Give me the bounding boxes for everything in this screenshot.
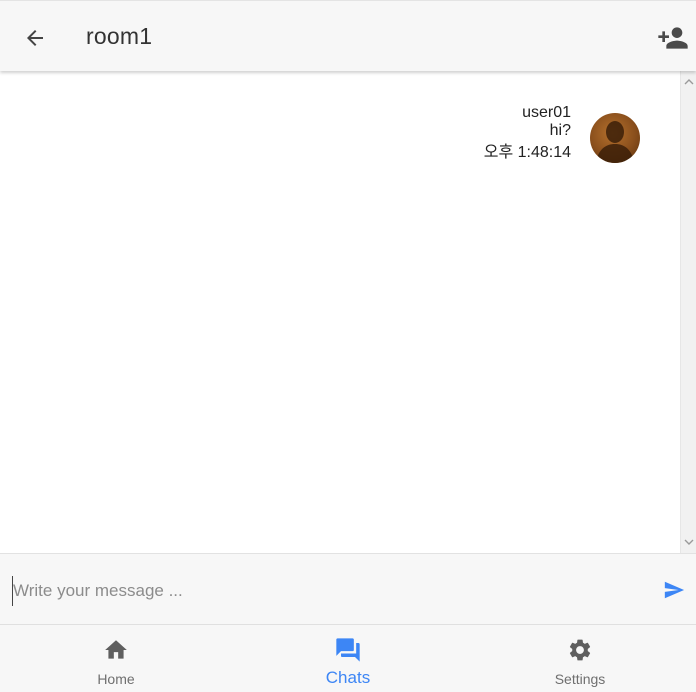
scroll-down-arrow[interactable] — [684, 537, 694, 547]
chat-room-screen: room1 user01 hi? 오후 1:48:14 Write your m… — [0, 0, 696, 692]
send-button[interactable] — [660, 576, 688, 604]
chat-icon — [334, 636, 362, 664]
home-icon — [102, 636, 130, 664]
arrow-back-icon — [27, 30, 43, 46]
chevron-down-icon — [684, 539, 694, 545]
nav-item-home[interactable]: Home — [0, 625, 232, 692]
person-add-icon — [658, 27, 688, 49]
message-composer — [0, 553, 696, 624]
add-user-button[interactable] — [656, 21, 690, 55]
send-icon — [664, 581, 685, 599]
nav-item-chats[interactable]: Chats — [232, 625, 464, 692]
back-button[interactable] — [18, 21, 52, 55]
message-timestamp: 오후 1:48:14 — [483, 144, 571, 161]
page-title: room1 — [86, 23, 153, 49]
app-header: room1 — [0, 0, 696, 71]
message-scrollbar[interactable] — [680, 71, 696, 553]
message-list: user01 hi? 오후 1:48:14 — [0, 71, 696, 553]
nav-label-home: Home — [97, 671, 135, 687]
avatar-silhouette-icon — [596, 121, 634, 163]
message-input[interactable] — [12, 576, 645, 606]
message-body: user01 hi? 오후 1:48:14 — [484, 104, 571, 162]
nav-item-settings[interactable]: Settings — [464, 625, 696, 692]
user-avatar[interactable] — [590, 113, 640, 163]
nav-label-chats: Chats — [325, 668, 371, 687]
nav-label-settings: Settings — [554, 671, 606, 687]
bottom-navigation: Home Chats Settings — [0, 624, 696, 692]
message-item: user01 hi? 오후 1:48:14 — [484, 104, 640, 163]
message-text: hi? — [549, 122, 571, 139]
message-username: user01 — [522, 104, 571, 121]
gear-icon — [566, 636, 594, 664]
chevron-up-icon — [684, 79, 694, 85]
scroll-up-arrow[interactable] — [684, 77, 694, 87]
